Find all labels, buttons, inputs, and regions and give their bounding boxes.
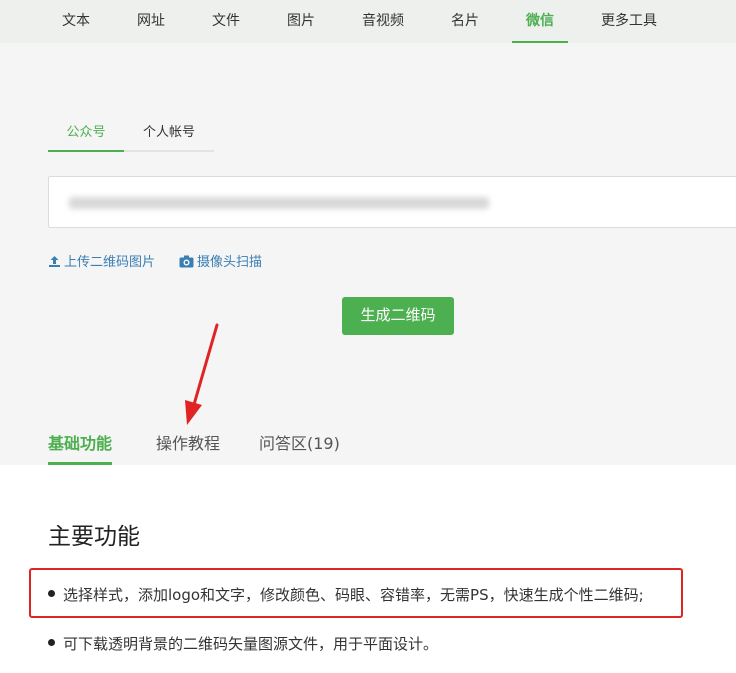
feature-text: 可下载透明背景的二维码矢量图源文件，用于平面设计。 (63, 635, 439, 653)
blurred-input-text (69, 197, 489, 209)
upload-icon (49, 256, 60, 267)
tab-tutorial[interactable]: 操作教程 (156, 430, 220, 465)
nav-tab-more-tools[interactable]: 更多工具 (590, 0, 668, 43)
top-navigation: 文本 网址 文件 图片 音视频 名片 微信 更多工具 (0, 0, 736, 43)
subtab-personal-account[interactable]: 个人帐号 (130, 115, 208, 150)
generate-qr-button[interactable]: 生成二维码 (342, 297, 454, 335)
subtab-official-account[interactable]: 公众号 (48, 115, 124, 152)
tool-panel (0, 43, 736, 465)
account-input[interactable] (48, 176, 736, 228)
section-title: 主要功能 (48, 524, 140, 550)
feature-item: 可下载透明背景的二维码矢量图源文件，用于平面设计。 (48, 633, 438, 654)
tab-basic-features[interactable]: 基础功能 (48, 430, 113, 465)
camera-icon (179, 255, 194, 268)
camera-scan-link[interactable]: 摄像头扫描 (179, 255, 262, 271)
annotation-arrow-icon (185, 323, 219, 425)
nav-tab-image[interactable]: 图片 (273, 0, 329, 43)
nav-tab-audio-video[interactable]: 音视频 (349, 0, 417, 43)
account-type-tabs: 公众号 个人帐号 (48, 115, 214, 152)
bullet-icon (48, 639, 55, 646)
feature-item: 选择样式，添加logo和文字，修改颜色、码眼、容错率，无需PS，快速生成个性二维… (48, 584, 644, 605)
content-tabs: 基础功能 操作教程 问答区(19) (0, 420, 736, 465)
camera-scan-label: 摄像头扫描 (197, 255, 263, 270)
nav-tab-wechat[interactable]: 微信 (512, 0, 568, 43)
nav-tab-text[interactable]: 文本 (48, 0, 104, 43)
tab-qa[interactable]: 问答区(19) (259, 430, 340, 465)
upload-qr-label: 上传二维码图片 (64, 255, 156, 270)
bullet-icon (48, 590, 55, 597)
feature-text: 选择样式，添加logo和文字，修改颜色、码眼、容错率，无需PS，快速生成个性二维… (63, 586, 644, 604)
nav-tab-file[interactable]: 文件 (198, 0, 254, 43)
nav-tab-business-card[interactable]: 名片 (437, 0, 493, 43)
upload-qr-link[interactable]: 上传二维码图片 (48, 255, 155, 271)
nav-tab-url[interactable]: 网址 (123, 0, 179, 43)
